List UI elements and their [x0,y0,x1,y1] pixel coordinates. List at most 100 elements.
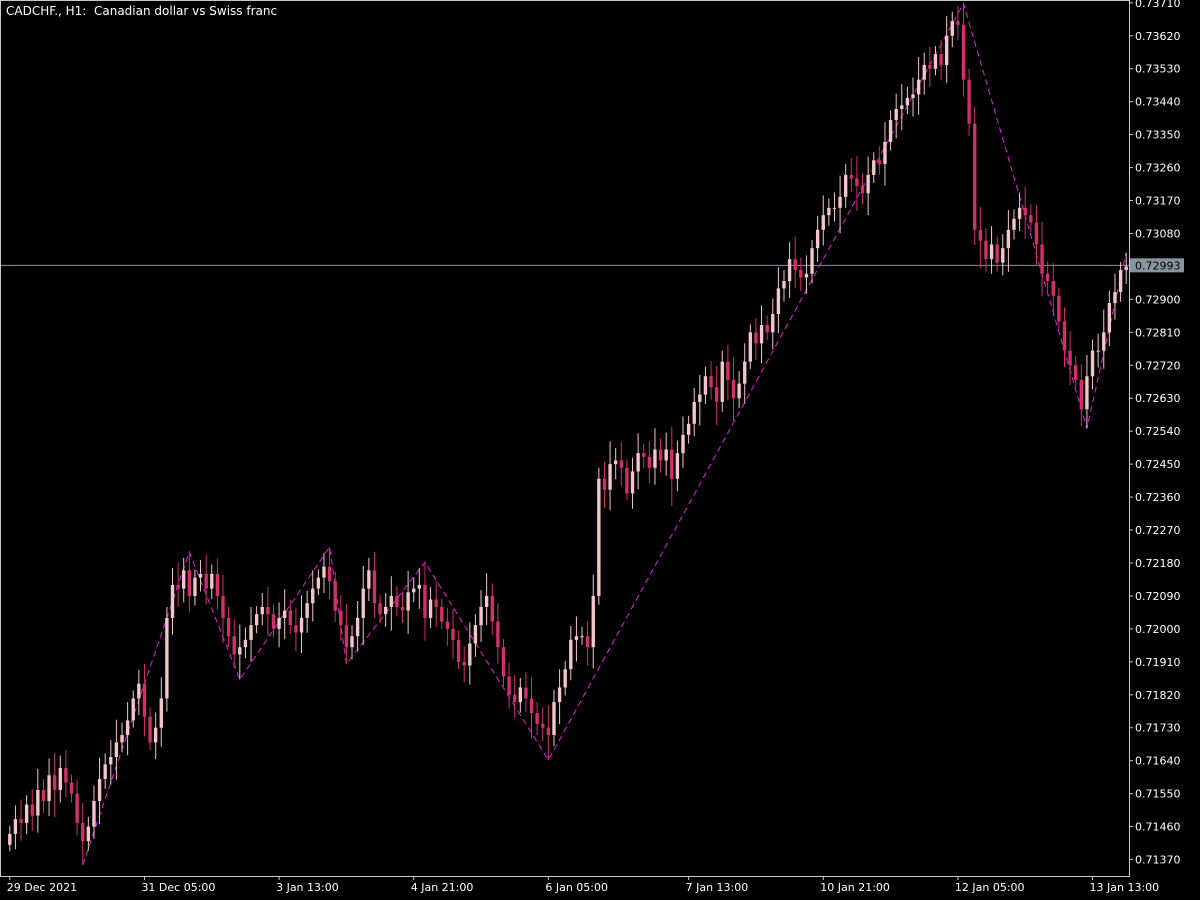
candle-body [793,259,797,271]
candle-body [625,467,629,494]
candle-body [703,376,708,395]
candle-body [681,434,685,454]
candle-body [372,570,377,604]
price-tick-label: 0.72090 [1135,590,1181,603]
candle-body [888,119,893,142]
candle-body [19,819,23,823]
candle-body [53,775,57,790]
price-tick-label: 0.71730 [1135,722,1181,735]
candle-body [97,778,102,801]
candle-body [1006,229,1011,249]
candle-body [81,822,85,842]
candle-body [1029,215,1033,223]
candle-body [692,401,696,424]
candle-body [1074,365,1078,380]
candle-body [378,603,382,615]
candle-body [529,698,534,714]
candle-body [821,215,825,230]
candle-body [608,464,612,490]
price-tick-label: 0.72540 [1135,425,1181,438]
time-tick-label: 29 Dec 2021 [7,881,77,894]
candle-body [546,727,551,736]
candle-body [1107,303,1112,333]
candle-body [187,570,192,596]
candle-body [1040,244,1044,274]
candle-body [86,826,91,842]
candle-body [423,584,427,618]
price-tick-label: 0.72720 [1135,359,1181,372]
price-tick-label: 0.73080 [1135,227,1181,240]
candle-body [58,767,62,790]
candle-body [731,379,736,399]
candle-body [804,273,809,278]
candle-body [299,617,304,633]
candle-body [36,789,40,816]
candle-body [1124,266,1128,271]
candle-body [294,625,298,633]
candle-body [311,588,315,604]
candle-body [131,698,135,721]
price-tick-label: 0.71820 [1135,689,1181,702]
price-tick-label: 0.73530 [1135,63,1181,76]
price-tick-label: 0.72900 [1135,293,1181,306]
candle-body [743,361,747,384]
candle-body [120,735,124,743]
candle-body [1062,321,1067,351]
candle-body [939,54,943,66]
candle-body [210,573,214,589]
candle-body [855,178,859,186]
candle-body [69,782,74,794]
candle-body [563,669,567,688]
candle-body [501,647,506,677]
candle-body [1102,332,1106,351]
candle-body [513,694,517,703]
candle-body [1051,281,1055,296]
candle-body [507,676,511,695]
candle-body [883,141,887,164]
chart-background [0,0,1200,900]
price-tick-label: 0.73170 [1135,195,1181,208]
candle-body [866,174,870,194]
candle-body [978,229,983,241]
candle-body [967,79,971,124]
candle-body [355,617,360,637]
candle-body [271,614,276,629]
candle-body [462,661,466,666]
candle-body [361,588,365,618]
candle-body [473,625,478,644]
candle-body [737,383,741,399]
candle-body [602,478,607,490]
candle-body [771,314,775,333]
candle-body [670,449,674,479]
price-tick-label: 0.71550 [1135,788,1181,801]
price-tick-label: 0.71910 [1135,656,1181,669]
candle-body [238,647,242,655]
candle-body [400,606,405,611]
candle-body [989,244,994,260]
candle-body [782,281,786,289]
candle-body [961,24,966,80]
candle-body [153,727,158,743]
candle-body [894,109,898,120]
candle-body [810,248,814,274]
candle-body [900,105,904,110]
candle-body [8,833,12,845]
candle-body [916,79,921,95]
candle-body [754,332,758,344]
candle-body [928,65,932,69]
candle-body [1096,350,1100,352]
candle-body [484,595,489,607]
candle-body [552,702,556,736]
candle-body [254,614,259,626]
price-tick-label: 0.71460 [1135,821,1181,834]
candle-body [221,595,225,618]
candle-body [905,98,910,106]
candle-body [535,713,539,725]
candle-body [260,606,264,615]
candle-body [226,617,231,637]
time-tick-label: 4 Jan 21:00 [411,881,474,894]
candle-body [642,453,646,457]
candle-body [1045,273,1050,282]
candle-body [165,617,169,699]
price-chart[interactable]: 0.73710 0.73620 0.73530 0.73440 0.73350 0.732… [0,0,1200,900]
